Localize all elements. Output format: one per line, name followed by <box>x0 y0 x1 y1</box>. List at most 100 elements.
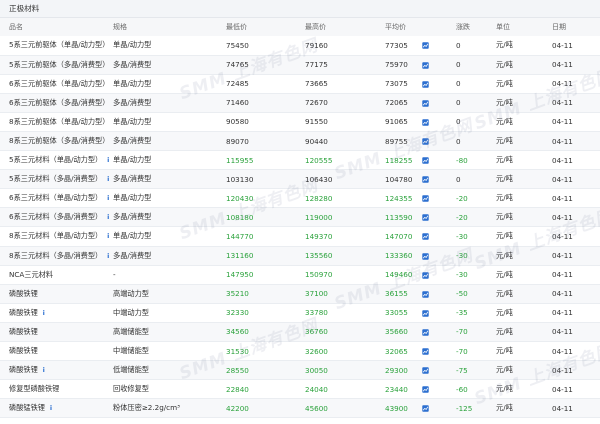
table-row[interactable]: 6系三元材料（单晶/动力型） i 单晶/动力型 120430 128280 124355 -… <box>0 189 600 208</box>
product-name: 磷酸铁锂 <box>9 365 38 375</box>
unit-cell: 元/吨 <box>496 307 513 317</box>
info-icon[interactable]: i <box>105 156 111 164</box>
price-chart-icon[interactable] <box>422 61 429 69</box>
panel-header: 正极材料 <box>0 0 600 18</box>
date-cell: 04-11 <box>552 174 573 184</box>
low-price-cell: 115955 <box>226 155 254 165</box>
price-chart-icon[interactable] <box>422 386 429 393</box>
price-chart-icon[interactable] <box>422 119 429 126</box>
high-price-cell: 72670 <box>305 98 328 108</box>
table-row[interactable]: 6系三元材料（多晶/消费型） i 多晶/消费型 108180 119000 113590 -… <box>0 207 600 227</box>
spec-cell: 多晶/消费型 <box>113 97 152 107</box>
table-row[interactable]: 8系三元材料（单晶/动力型） i 单晶/动力型 144770 149370 147070 -… <box>0 227 600 247</box>
info-icon[interactable]: i <box>105 175 111 183</box>
table-row[interactable]: 8系三元前驱体（多晶/消费型） 多晶/消费型 89070 90440 89755 0 元/吨… <box>0 131 600 151</box>
price-chart-icon[interactable] <box>422 138 429 145</box>
price-chart-icon[interactable] <box>422 233 429 241</box>
product-name-cell: 5系三元材料（多晶/消费型） i <box>0 170 113 189</box>
spec-cell: 粉体压密≥2.2g/cm³ <box>113 403 181 413</box>
product-name: 修复型磷酸铁锂 <box>9 384 60 394</box>
price-chart-icon[interactable] <box>422 252 429 260</box>
product-name-cell: 6系三元前驱体（多晶/消费型） <box>0 93 113 112</box>
unit-cell: 元/吨 <box>496 212 513 222</box>
avg-price-cell: 77305 <box>385 40 408 50</box>
unit-cell: 元/吨 <box>496 78 513 88</box>
spec-cell: 多晶/消费型 <box>113 250 152 260</box>
product-name: 6系三元前驱体（多晶/消费型） <box>9 97 110 107</box>
product-name: 8系三元材料（单晶/动力型） <box>9 231 103 241</box>
price-chart-icon[interactable] <box>422 157 429 164</box>
info-icon[interactable]: i <box>105 232 111 240</box>
change-cell: 0 <box>456 40 461 50</box>
info-icon[interactable]: i <box>105 213 111 221</box>
table-row[interactable]: NCA三元材料 - 147950 150970 149460 -30 元/吨 04-11 <box>0 265 600 285</box>
chart-cell <box>422 74 456 93</box>
chart-cell <box>422 361 456 380</box>
product-name-cell: 磷酸铁锂 i <box>0 303 113 322</box>
product-name: 8系三元材料（多晶/消费型） <box>9 250 103 260</box>
chart-cell <box>422 284 456 303</box>
unit-cell: 元/吨 <box>496 403 513 413</box>
price-chart-icon[interactable] <box>422 271 429 279</box>
info-icon[interactable]: i <box>41 366 47 374</box>
table-row[interactable]: 磷酸锰铁锂 i 粉体压密≥2.2g/cm³ 42200 45600 43900 -125 元/… <box>0 398 600 418</box>
table-row[interactable]: 磷酸铁锂 高端储能型 34560 36760 35660 -70 元/吨 04-11 <box>0 322 600 342</box>
high-price-cell: 73665 <box>305 79 328 89</box>
price-chart-icon[interactable] <box>422 176 429 183</box>
high-price-cell: 36760 <box>305 327 328 337</box>
product-name-cell: 5系三元前驱体（单晶/动力型）i <box>0 36 113 55</box>
table-row[interactable]: 修复型磷酸铁锂 回收修复型 22840 24040 23440 -60 元/吨 04-11 <box>0 380 600 399</box>
high-price-cell: 32600 <box>305 346 328 356</box>
table-row[interactable]: 磷酸铁锂 i 中端动力型 32330 33780 33055 -35 元/吨 04-11 <box>0 303 600 323</box>
chart-cell <box>422 399 456 418</box>
info-icon[interactable]: i <box>41 309 47 317</box>
change-cell: -70 <box>456 346 468 356</box>
low-price-cell: 74765 <box>226 60 249 70</box>
info-icon[interactable]: i <box>48 404 54 412</box>
table-row[interactable]: 5系三元材料（多晶/消费型） i 多晶/消费型 103130 106430 104780 0… <box>0 169 600 189</box>
table-row[interactable]: 5系三元前驱体（单晶/动力型）i单晶/动力型 75450 79160 77305 0 元/… <box>0 36 600 56</box>
high-price-cell: 37100 <box>305 289 328 299</box>
high-price-cell: 45600 <box>305 403 328 413</box>
table-row[interactable]: 磷酸铁锂 i 低端储能型 28550 30050 29300 -75 元/吨 04-11 <box>0 360 600 380</box>
price-chart-icon[interactable] <box>422 310 429 317</box>
change-cell: -30 <box>456 251 468 261</box>
price-chart-icon[interactable] <box>422 214 429 222</box>
table-row[interactable]: 6系三元前驱体（单晶/动力型） 单晶/动力型 72485 73665 73075 0 元/吨… <box>0 74 600 94</box>
product-name-cell: 8系三元材料（多晶/消费型） i <box>0 246 113 265</box>
avg-price-cell: 75970 <box>385 60 408 70</box>
low-price-cell: 42200 <box>226 403 249 413</box>
chart-cell <box>422 342 456 361</box>
table-row[interactable]: 磷酸铁锂 中端储能型 31530 32600 32065 -70 元/吨 04-11 <box>0 342 600 361</box>
table-row[interactable]: 8系三元前驱体（单晶/动力型） 单晶/动力型 90580 91550 91065 0 元/吨… <box>0 112 600 132</box>
unit-cell: 元/吨 <box>496 136 513 146</box>
price-chart-icon[interactable] <box>422 195 429 202</box>
price-chart-icon[interactable] <box>422 291 429 298</box>
table-row[interactable]: 5系三元材料（单晶/动力型） i 单晶/动力型 115955 120555 118255 -… <box>0 151 600 170</box>
price-chart-icon[interactable] <box>422 42 429 49</box>
table-row[interactable]: 5系三元前驱体（多晶/消费型）i多晶/消费型 74765 77175 75970 0 元/… <box>0 55 600 75</box>
price-chart-icon[interactable] <box>422 405 429 413</box>
product-name-cell: 磷酸铁锂 <box>0 322 113 341</box>
unit-cell: 元/吨 <box>496 346 513 356</box>
info-icon[interactable]: i <box>105 194 111 202</box>
price-chart-icon[interactable] <box>422 329 429 336</box>
date-cell: 04-11 <box>552 212 573 222</box>
low-price-cell: 22840 <box>226 384 249 394</box>
unit-cell: 元/吨 <box>496 288 513 298</box>
change-cell: 0 <box>456 117 461 127</box>
change-cell: -35 <box>456 308 468 318</box>
spec-cell: 单晶/动力型 <box>113 231 152 241</box>
table-row[interactable]: 6系三元前驱体（多晶/消费型） 多晶/消费型 71460 72670 72065 0 元/吨… <box>0 93 600 113</box>
price-chart-icon[interactable] <box>422 348 429 355</box>
spec-cell: 高端动力型 <box>113 288 149 298</box>
avg-price-cell: 149460 <box>385 270 413 280</box>
chart-cell <box>422 189 456 208</box>
price-chart-icon[interactable] <box>422 100 429 107</box>
price-chart-icon[interactable] <box>422 367 429 374</box>
table-row[interactable]: 8系三元材料（多晶/消费型） i 多晶/消费型 131160 135560 133360 -… <box>0 246 600 266</box>
table-row[interactable]: 磷酸铁锂 高端动力型 35210 37100 36155 -50 元/吨 04-11 <box>0 284 600 304</box>
info-icon[interactable]: i <box>105 252 111 260</box>
change-cell: -80 <box>456 155 468 165</box>
price-chart-icon[interactable] <box>422 81 429 88</box>
